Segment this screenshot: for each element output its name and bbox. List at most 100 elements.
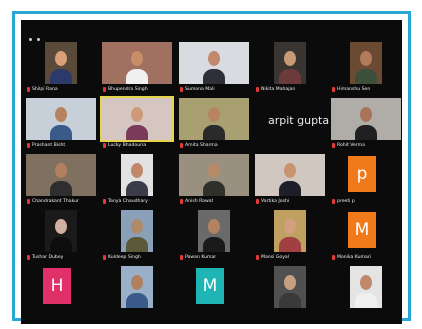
participant-name-label: Vartika Joshi bbox=[261, 198, 290, 204]
participant-name-label: Pawan Kumar bbox=[185, 254, 217, 260]
meeting-gallery-view: Shilpi Rana Bhupendra Singh Sumona Mali Nik… bbox=[21, 20, 402, 324]
participant-name: Bhupendra Singh bbox=[103, 85, 148, 93]
participant-name: Monika Kumari bbox=[332, 253, 371, 261]
muted-mic-icon bbox=[180, 86, 183, 92]
muted-mic-icon bbox=[256, 198, 259, 204]
muted-mic-icon bbox=[332, 86, 335, 92]
participant-name: Sumona Mali bbox=[180, 85, 215, 93]
participant-video bbox=[26, 98, 96, 140]
participant-tile[interactable]: Bhupendra Singh bbox=[101, 40, 173, 93]
participant-name-label: Mansi Goyal bbox=[261, 254, 289, 260]
participant-video bbox=[45, 210, 77, 252]
participant-video bbox=[179, 98, 249, 140]
participant-avatar: M bbox=[348, 212, 376, 248]
muted-mic-icon bbox=[256, 86, 259, 92]
participant-name-label: Shilpi Rana bbox=[32, 86, 58, 92]
muted-mic-icon bbox=[256, 254, 259, 260]
participant-name-label: Nikita Mahajan bbox=[261, 86, 296, 92]
participant-video bbox=[274, 210, 306, 252]
participant-name: Himanshu Sen bbox=[332, 85, 370, 93]
participant-name: Amita Sharma bbox=[180, 141, 218, 149]
participant-video bbox=[121, 210, 153, 252]
participant-tile[interactable]: p preeti p bbox=[330, 152, 402, 205]
participant-video bbox=[102, 42, 172, 84]
participant-name-label: Rohit Verma bbox=[337, 142, 365, 148]
participant-name-label: Himanshu Sen bbox=[337, 86, 371, 92]
participant-name: Lucky Bhadouria bbox=[103, 141, 146, 149]
participant-name-label: Prashant Bisht bbox=[32, 142, 66, 148]
participant-tile[interactable]: Chandrakant Thakur bbox=[25, 152, 97, 205]
participant-tile[interactable]: Tushar Dubey bbox=[25, 208, 97, 261]
participant-name-label: Lucky Bhadouria bbox=[108, 142, 147, 148]
participant-name: Anish Rawat bbox=[180, 197, 213, 205]
participant-tile[interactable] bbox=[101, 264, 173, 317]
participant-tile[interactable]: Kuldeep Singh bbox=[101, 208, 173, 261]
participant-tile[interactable]: M Monika Kumari bbox=[330, 208, 402, 261]
participant-video bbox=[331, 98, 401, 140]
participant-name: Chandrakant Thakur bbox=[27, 197, 79, 205]
participant-name-label: Anish Rawat bbox=[185, 198, 214, 204]
muted-mic-icon bbox=[27, 142, 30, 148]
participant-tile[interactable]: H bbox=[25, 264, 97, 317]
participant-name: Nikita Mahajan bbox=[256, 85, 295, 93]
muted-mic-icon bbox=[27, 198, 30, 204]
muted-mic-icon bbox=[332, 254, 335, 260]
participant-tile[interactable]: arpit gupta bbox=[254, 96, 330, 149]
participant-name-label: Tanya Chaudhary bbox=[108, 198, 148, 204]
participant-tile[interactable] bbox=[254, 264, 326, 317]
participant-video bbox=[350, 42, 382, 84]
participant-tile[interactable]: Pawan Kumar bbox=[178, 208, 250, 261]
participant-tile[interactable]: Lucky Bhadouria bbox=[100, 96, 174, 149]
participant-tile[interactable]: M bbox=[178, 264, 250, 317]
participant-video bbox=[255, 154, 325, 196]
participant-name-label: Monika Kumari bbox=[337, 254, 371, 260]
participant-tile[interactable]: Mansi Goyal bbox=[254, 208, 326, 261]
participant-video bbox=[198, 210, 230, 252]
participant-name-label: preeti p bbox=[337, 198, 355, 204]
participant-tile[interactable]: Sumona Mali bbox=[178, 40, 250, 93]
participant-name-label: Amita Sharma bbox=[185, 142, 218, 148]
participant-name: Tushar Dubey bbox=[27, 253, 63, 261]
participant-name: Mansi Goyal bbox=[256, 253, 289, 261]
participant-tile[interactable]: Himanshu Sen bbox=[330, 40, 402, 93]
participant-name-label: Chandrakant Thakur bbox=[32, 198, 79, 204]
muted-mic-icon bbox=[103, 142, 106, 148]
muted-mic-icon bbox=[180, 254, 183, 260]
participant-name-label: Kuldeep Singh bbox=[108, 254, 141, 260]
participant-video bbox=[274, 266, 306, 308]
participant-avatar: p bbox=[348, 156, 376, 192]
participant-tile[interactable]: Vartika Joshi bbox=[254, 152, 326, 205]
participant-tile[interactable]: Prashant Bisht bbox=[25, 96, 97, 149]
participant-name: Tanya Chaudhary bbox=[103, 197, 148, 205]
participant-tile[interactable] bbox=[330, 264, 402, 317]
participant-name-display: arpit gupta bbox=[268, 114, 330, 127]
participant-name: Vartika Joshi bbox=[256, 197, 289, 205]
participant-video bbox=[179, 154, 249, 196]
participant-tile[interactable]: Anish Rawat bbox=[178, 152, 250, 205]
participant-name-label: Tushar Dubey bbox=[32, 254, 64, 260]
participant-name: Rohit Verma bbox=[332, 141, 365, 149]
participant-tile[interactable]: Rohit Verma bbox=[330, 96, 402, 149]
muted-mic-icon bbox=[27, 86, 30, 92]
participant-tile[interactable]: Amita Sharma bbox=[178, 96, 250, 149]
muted-mic-icon bbox=[103, 86, 106, 92]
participant-name: preeti p bbox=[332, 197, 355, 205]
participant-name: Prashant Bisht bbox=[27, 141, 65, 149]
participant-name: Kuldeep Singh bbox=[103, 253, 141, 261]
screenshot-frame: Shilpi Rana Bhupendra Singh Sumona Mali Nik… bbox=[12, 11, 411, 324]
participant-tile[interactable]: Tanya Chaudhary bbox=[101, 152, 173, 205]
participant-video bbox=[45, 42, 77, 84]
muted-mic-icon bbox=[332, 142, 335, 148]
muted-mic-icon bbox=[27, 254, 30, 260]
participant-avatar: H bbox=[43, 268, 71, 304]
participant-name-label: Sumona Mali bbox=[185, 86, 215, 92]
participant-video bbox=[179, 42, 249, 84]
participant-video bbox=[121, 154, 153, 196]
participant-name-label: Bhupendra Singh bbox=[108, 86, 148, 92]
participant-tile[interactable]: Nikita Mahajan bbox=[254, 40, 326, 93]
participant-video bbox=[274, 42, 306, 84]
participant-video bbox=[350, 266, 382, 308]
participant-video bbox=[100, 96, 174, 142]
muted-mic-icon bbox=[332, 198, 335, 204]
participant-tile[interactable]: Shilpi Rana bbox=[25, 40, 97, 93]
